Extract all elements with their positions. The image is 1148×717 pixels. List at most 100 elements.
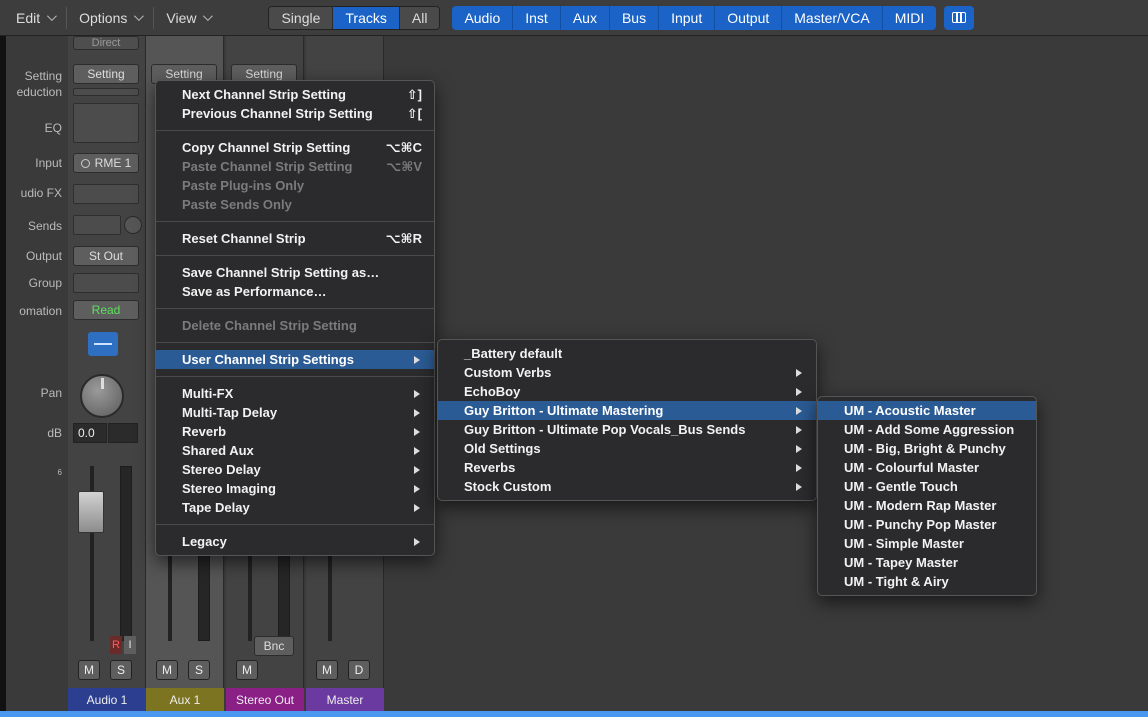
menu-item-um-tapey-master[interactable]: UM - Tapey Master: [818, 553, 1036, 572]
menu-item-label: _Battery default: [464, 346, 563, 361]
menu-item-multi-fx[interactable]: Multi-FX: [156, 384, 434, 403]
direct-button[interactable]: Direct: [73, 36, 139, 50]
menu-item-user-channel-strip-settings[interactable]: User Channel Strip Settings: [156, 350, 434, 369]
input-format-icon: [80, 158, 90, 168]
menu-separator: [156, 221, 434, 222]
track-name[interactable]: Stereo Out: [226, 688, 304, 711]
menu-item-guy-britton-ultimate-pop-vocals-bus-sends[interactable]: Guy Britton - Ultimate Pop Vocals_Bus Se…: [438, 420, 816, 439]
columns-button[interactable]: [944, 5, 975, 30]
track-name[interactable]: Aux 1: [146, 688, 224, 711]
options-menu[interactable]: Options: [71, 0, 149, 36]
filter-master-vca[interactable]: Master/VCA: [782, 5, 883, 30]
menu-item-um-acoustic-master[interactable]: UM - Acoustic Master: [818, 401, 1036, 420]
dim-button[interactable]: D: [348, 660, 370, 680]
view-menu[interactable]: View: [158, 0, 218, 36]
filter-inst[interactable]: Inst: [513, 5, 561, 30]
menu-item-um-simple-master[interactable]: UM - Simple Master: [818, 534, 1036, 553]
menu-item-shared-aux[interactable]: Shared Aux: [156, 441, 434, 460]
menu-item-previous-channel-strip-setting[interactable]: Previous Channel Strip Setting ⇧[: [156, 104, 434, 123]
label-eq: EQ: [44, 121, 62, 135]
setting-button[interactable]: Setting: [73, 64, 139, 84]
send-slot[interactable]: [73, 215, 121, 235]
fader-scale: 6: [42, 468, 62, 478]
pan-knob[interactable]: [80, 374, 124, 418]
menu-item-label: UM - Big, Bright & Punchy: [844, 441, 1006, 456]
menu-item-um-gentle-touch[interactable]: UM - Gentle Touch: [818, 477, 1036, 496]
track-name[interactable]: Audio 1: [68, 688, 146, 711]
submenu-arrow-icon: [796, 482, 802, 491]
edit-menu[interactable]: Edit: [8, 0, 62, 36]
menu-item-tape-delay[interactable]: Tape Delay: [156, 498, 434, 517]
db-readout[interactable]: 0.0: [73, 423, 107, 443]
menu-item-guy-britton-ultimate-mastering[interactable]: Guy Britton - Ultimate Mastering: [438, 401, 816, 420]
gain-reduction-meter: [73, 88, 139, 96]
menu-item-copy-channel-strip-setting[interactable]: Copy Channel Strip Setting ⌥⌘C: [156, 138, 434, 157]
mute-button[interactable]: M: [78, 660, 100, 680]
menu-item-um-tight-airy[interactable]: UM - Tight & Airy: [818, 572, 1036, 591]
menu-item-old-settings[interactable]: Old Settings: [438, 439, 816, 458]
mute-button[interactable]: M: [236, 660, 258, 680]
all-view-button[interactable]: All: [399, 6, 440, 29]
audio-fx-slot[interactable]: [73, 184, 139, 204]
menu-item-multi-tap-delay[interactable]: Multi-Tap Delay: [156, 403, 434, 422]
automation-mode[interactable]: Read: [73, 300, 139, 320]
filter-audio[interactable]: Audio: [452, 5, 514, 30]
filter-bus[interactable]: Bus: [609, 5, 660, 30]
filter-aux[interactable]: Aux: [560, 5, 610, 30]
mute-button[interactable]: M: [156, 660, 178, 680]
menu-item-label: Guy Britton - Ultimate Mastering: [464, 403, 664, 418]
solo-button[interactable]: S: [110, 660, 132, 680]
scale-tick: 6: [57, 468, 62, 477]
mute-button[interactable]: M: [316, 660, 338, 680]
menu-item-save-channel-strip-setting-as[interactable]: Save Channel Strip Setting as…: [156, 263, 434, 282]
menu-item-label: Guy Britton - Ultimate Pop Vocals_Bus Se…: [464, 422, 746, 437]
options-menu-label: Options: [79, 9, 128, 26]
output-slot[interactable]: St Out: [73, 246, 139, 266]
input-slot[interactable]: RME 1: [73, 153, 139, 173]
record-enable-button[interactable]: R: [110, 636, 122, 654]
menu-item-stereo-delay[interactable]: Stereo Delay: [156, 460, 434, 479]
tracks-view-button[interactable]: Tracks: [333, 6, 400, 29]
menu-item-label: Paste Sends Only: [182, 197, 292, 212]
menu-shortcut: ⌥⌘V: [386, 158, 422, 174]
menu-item-stock-custom[interactable]: Stock Custom: [438, 477, 816, 496]
view-mode-selector: Single Tracks All: [268, 5, 441, 30]
menu-item-legacy[interactable]: Legacy: [156, 532, 434, 551]
track-name[interactable]: Master: [306, 688, 384, 711]
menu-item-label: UM - Tapey Master: [844, 555, 958, 570]
eq-display[interactable]: [73, 103, 139, 143]
menu-item-custom-verbs[interactable]: Custom Verbs: [438, 363, 816, 382]
menu-item-echoboy[interactable]: EchoBoy: [438, 382, 816, 401]
menu-item-label: UM - Modern Rap Master: [844, 498, 997, 513]
menu-item-save-as-performance[interactable]: Save as Performance…: [156, 282, 434, 301]
single-view-button[interactable]: Single: [269, 6, 334, 29]
menu-item-stereo-imaging[interactable]: Stereo Imaging: [156, 479, 434, 498]
menu-item-reverb[interactable]: Reverb: [156, 422, 434, 441]
menu-item-um-colourful-master[interactable]: UM - Colourful Master: [818, 458, 1036, 477]
menu-shortcut: ⌥⌘R: [385, 230, 422, 246]
filter-output[interactable]: Output: [715, 5, 783, 30]
menu-item-reverbs[interactable]: Reverbs: [438, 458, 816, 477]
menu-item-um-big-bright-punchy[interactable]: UM - Big, Bright & Punchy: [818, 439, 1036, 458]
group-slot[interactable]: [73, 273, 139, 293]
submenu-arrow-icon: [796, 425, 802, 434]
submenu-arrow-icon: [414, 465, 420, 474]
submenu-arrow-icon: [414, 355, 420, 364]
menu-item-um-add-some-aggression[interactable]: UM - Add Some Aggression: [818, 420, 1036, 439]
menu-item-reset-channel-strip[interactable]: Reset Channel Strip ⌥⌘R: [156, 229, 434, 248]
label-setting: Setting: [24, 69, 62, 83]
send-level-knob[interactable]: [124, 216, 142, 234]
filter-input[interactable]: Input: [659, 5, 716, 30]
menu-item-um-punchy-pop-master[interactable]: UM - Punchy Pop Master: [818, 515, 1036, 534]
solo-button[interactable]: S: [188, 660, 210, 680]
label-audio-fx: udio FX: [20, 186, 62, 200]
menu-shortcut: ⇧[: [406, 105, 422, 121]
menu-item-um-modern-rap-master[interactable]: UM - Modern Rap Master: [818, 496, 1036, 515]
filter-midi[interactable]: MIDI: [882, 5, 937, 30]
bounce-button[interactable]: Bnc: [254, 636, 294, 656]
volume-fader[interactable]: [78, 491, 104, 533]
menu-item-next-channel-strip-setting[interactable]: Next Channel Strip Setting ⇧]: [156, 85, 434, 104]
menu-item-battery-default[interactable]: _Battery default: [438, 344, 816, 363]
input-monitor-button[interactable]: I: [124, 636, 136, 654]
channel-type-filters: Audio Inst Aux Bus Input Output Master/V…: [452, 5, 937, 30]
